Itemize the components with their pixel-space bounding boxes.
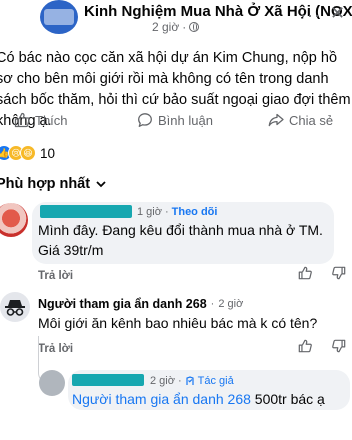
comment-meta: 2 giờ · Tác giả (150, 375, 234, 387)
comment-text: Người tham gia ẩn danh 268 500tr bác ạ (72, 391, 325, 407)
comment-icon (138, 113, 152, 127)
reply-button[interactable]: Trả lời (38, 270, 73, 282)
author-badge: Tác giả (197, 375, 234, 387)
commenter-avatar[interactable] (39, 370, 65, 396)
thumbs-down-icon[interactable] (332, 339, 346, 356)
chevron-down-icon (96, 180, 106, 187)
thumbs-up-icon[interactable] (298, 266, 312, 283)
haha-reaction-icon: 😆 (20, 145, 36, 161)
thumbs-up-icon[interactable] (298, 339, 312, 356)
comment-label: Bình luận (158, 112, 213, 128)
mention-link[interactable]: Người tham gia ẩn danh 268 (72, 391, 251, 407)
comment-time: 2 giờ (218, 298, 244, 310)
author-badge-icon (186, 376, 194, 385)
more-icon[interactable]: ··· (300, 6, 321, 24)
comment-button[interactable]: Bình luận (137, 112, 213, 128)
redacted-name (72, 374, 144, 386)
reaction-count: 10 (40, 145, 56, 161)
comment-header: Người tham gia ẩn danh 268 · 2 giờ (38, 297, 244, 311)
comment-author[interactable]: Người tham gia ẩn danh 268 (38, 297, 207, 311)
globe-icon (189, 22, 200, 32)
reaction-summary[interactable]: 👍 😢 😆 10 (0, 145, 55, 161)
close-icon[interactable]: ✕ (330, 4, 345, 22)
post-time: 2 giờ (152, 20, 180, 34)
post-meta: 2 giờ · (152, 20, 200, 34)
like-label: Thích (35, 112, 68, 128)
commenter-avatar[interactable] (0, 203, 28, 237)
sort-label: Phù hợp nhất (0, 176, 91, 192)
like-button[interactable]: Thích (14, 112, 68, 128)
anonymous-avatar[interactable] (0, 292, 30, 322)
thumbs-down-icon[interactable] (332, 266, 346, 283)
follow-button[interactable]: Theo dõi (172, 206, 218, 218)
like-icon (14, 112, 30, 128)
comment-text: Môi giới ăn kênh bao nhiêu bác mà k có t… (38, 315, 318, 331)
redacted-name (40, 205, 132, 218)
share-label: Chia sẻ (289, 112, 334, 128)
sort-dropdown[interactable]: Phù hợp nhất (0, 176, 106, 192)
share-icon (268, 113, 284, 127)
incognito-icon (5, 300, 25, 316)
share-button[interactable]: Chia sẻ (268, 112, 333, 128)
comment-text: Mình đây. Đang kêu đổi thành mua nhà ở T… (38, 222, 323, 258)
comment-meta: 1 giờ · Theo dõi (137, 206, 218, 218)
group-avatar[interactable] (40, 0, 78, 34)
